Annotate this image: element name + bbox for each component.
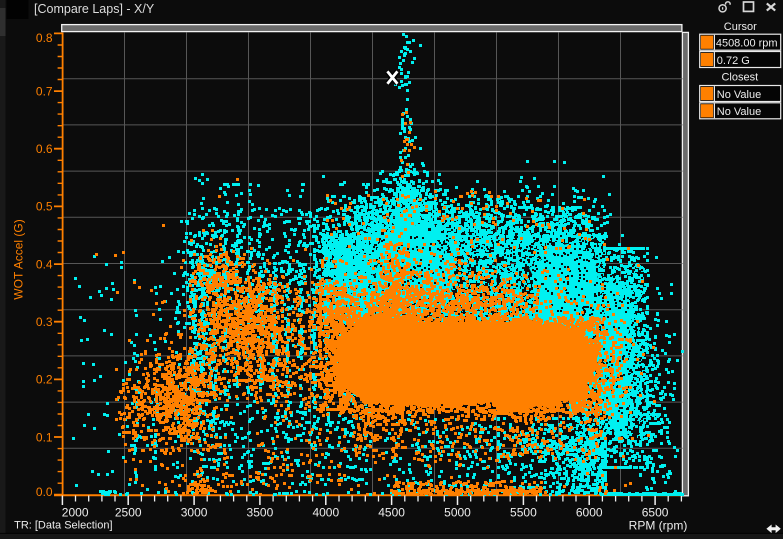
svg-text:WOT Accel (G): WOT Accel (G): [12, 219, 26, 299]
svg-text:0.3: 0.3: [36, 315, 53, 329]
svg-text:2500: 2500: [115, 505, 142, 519]
svg-text:0.4: 0.4: [36, 257, 53, 271]
svg-text:0.6: 0.6: [36, 142, 53, 156]
svg-text:3500: 3500: [247, 505, 274, 519]
svg-text:0.72 G: 0.72 G: [717, 55, 750, 67]
svg-text:0.8: 0.8: [36, 31, 53, 45]
svg-text:0.5: 0.5: [36, 200, 53, 214]
svg-text:4500: 4500: [378, 505, 405, 519]
svg-text:Closest: Closest: [721, 72, 758, 84]
svg-text:0.1: 0.1: [36, 430, 53, 444]
svg-text:5500: 5500: [510, 505, 537, 519]
svg-text:0.7: 0.7: [36, 84, 53, 98]
svg-text:3000: 3000: [181, 505, 208, 519]
svg-text:No Value: No Value: [717, 106, 761, 118]
svg-text:6500: 6500: [642, 505, 669, 519]
svg-text:0.2: 0.2: [36, 373, 53, 387]
svg-text:No Value: No Value: [717, 89, 761, 101]
svg-text:[Compare Laps] - X/Y: [Compare Laps] - X/Y: [34, 2, 155, 16]
svg-text:Cursor: Cursor: [724, 21, 757, 33]
svg-text:4508.00 rpm: 4508.00 rpm: [716, 38, 778, 50]
svg-text:5000: 5000: [444, 505, 471, 519]
svg-text:2000: 2000: [62, 505, 89, 519]
svg-text:4000: 4000: [312, 505, 339, 519]
svg-text:0.0: 0.0: [36, 485, 53, 499]
svg-text:RPM (rpm): RPM (rpm): [629, 519, 688, 533]
svg-text:6000: 6000: [576, 505, 603, 519]
svg-text:TR: [Data Selection]: TR: [Data Selection]: [14, 520, 112, 532]
